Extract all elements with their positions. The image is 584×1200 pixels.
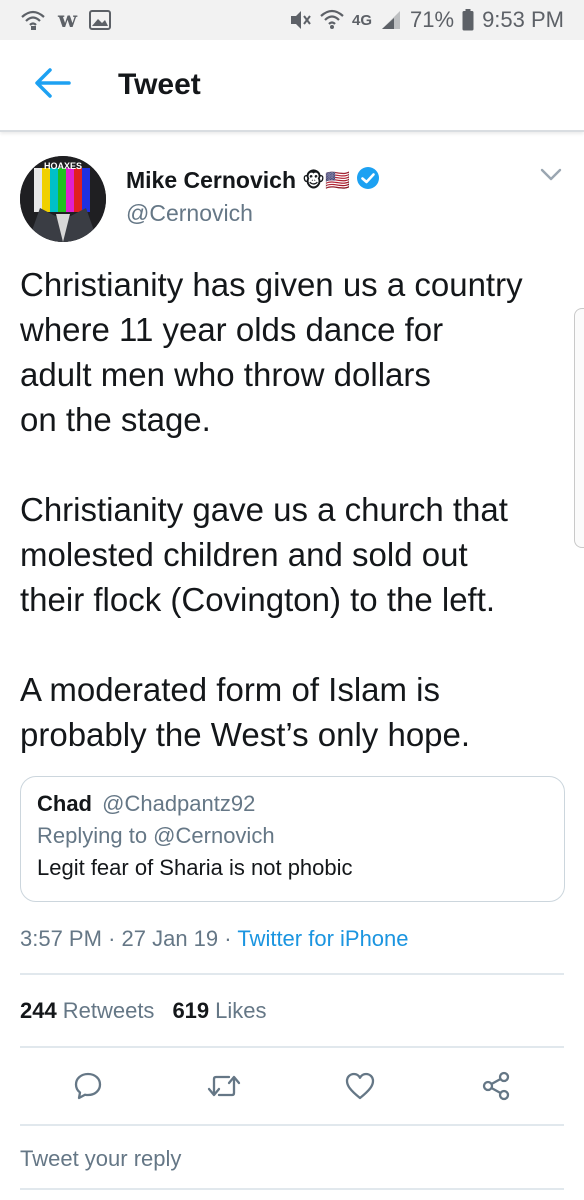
share-button[interactable]	[471, 1063, 521, 1113]
back-button[interactable]	[18, 50, 88, 120]
author-name[interactable]: Mike Cernovich	[126, 167, 296, 194]
network-type: 4G	[352, 11, 373, 29]
like-button[interactable]	[335, 1063, 385, 1113]
quote-header: Chad @Chadpantz92	[37, 791, 548, 817]
avatar-text: HOAXES	[44, 161, 82, 171]
tweet-line: Christianity gave us a church that	[20, 491, 508, 528]
meta-separator: ·	[108, 926, 116, 951]
tweet-time: 3:57 PM	[20, 926, 102, 951]
app-header: Tweet	[0, 40, 584, 132]
tweet-line: where 11 year olds dance for	[20, 311, 444, 348]
author-name-row: Mike Cernovich 🐵🇺🇸	[126, 166, 380, 195]
quoted-tweet[interactable]: Chad @Chadpantz92 Replying to @Cernovich…	[20, 776, 565, 902]
scrollbar[interactable]	[574, 308, 584, 548]
heart-icon	[345, 1072, 375, 1105]
retweets-stat[interactable]: 244 Retweets	[20, 998, 154, 1024]
chevron-down-icon	[540, 168, 562, 187]
tweet-actions	[20, 1060, 564, 1116]
tweet-line: on the stage.	[20, 401, 211, 438]
retweets-label: Retweets	[62, 998, 155, 1023]
avatar-image: HOAXES	[20, 156, 106, 242]
battery-percent: 71%	[410, 7, 455, 32]
avatar[interactable]: HOAXES	[20, 156, 106, 242]
divider	[20, 1046, 564, 1048]
retweets-count: 244	[20, 998, 57, 1023]
likes-count: 619	[172, 998, 210, 1023]
tweet-line: molested children and sold out	[20, 536, 468, 573]
verified-badge-icon	[356, 166, 380, 195]
tweet-timestamp: 3:57 PM · 27 Jan 19 · Twitter for iPhone	[20, 926, 409, 952]
page-title: Tweet	[118, 68, 201, 101]
reply-input[interactable]: Tweet your reply	[20, 1146, 564, 1186]
reply-button[interactable]	[63, 1063, 113, 1113]
battery-icon	[462, 9, 474, 31]
retweet-icon	[207, 1072, 241, 1105]
tweet-line: adult men who throw dollars	[20, 356, 431, 393]
tweet-line: probably the West’s only hope.	[20, 716, 471, 753]
tweet-author: HOAXES Mike Cernovich 🐵🇺🇸 @Cernovich	[20, 152, 568, 242]
clock: 9:53 PM	[482, 7, 564, 32]
tweet-text: Christianity has given us a country wher…	[20, 262, 570, 757]
tweet-source-link[interactable]: Twitter for iPhone	[237, 926, 408, 951]
signal-icon	[380, 10, 402, 30]
tweet-stats: 244 Retweets 619 Likes	[20, 998, 267, 1024]
quote-author-handle: @Chadpantz92	[102, 791, 256, 816]
wifi-icon	[320, 9, 344, 31]
divider	[20, 973, 564, 975]
arrow-left-icon	[35, 67, 71, 103]
quote-author-name: Chad	[37, 791, 92, 816]
quote-replying-to: Replying to @Cernovich	[37, 823, 275, 848]
reply-icon	[73, 1071, 103, 1106]
retweet-button[interactable]	[199, 1063, 249, 1113]
status-right: 4G 71% 9:53 PM	[288, 7, 564, 33]
image-icon	[88, 10, 111, 30]
divider	[20, 1124, 564, 1126]
quote-text: Legit fear of Sharia is not phobic	[37, 855, 353, 880]
wifi-calling-icon	[20, 9, 46, 31]
meta-separator: ·	[224, 926, 232, 951]
status-bar: w 4G 71% 9:53 PM	[0, 0, 584, 40]
tweet-line: Christianity has given us a country	[20, 266, 523, 303]
tweet-line: A moderated form of Islam is	[20, 671, 440, 708]
tweet-options-button[interactable]	[536, 162, 566, 192]
mute-vibrate-icon	[288, 9, 312, 31]
author-handle[interactable]: @Cernovich	[126, 200, 253, 227]
author-emoji: 🐵🇺🇸	[302, 170, 351, 192]
status-left: w	[20, 7, 111, 33]
tweet-line: their flock (Covington) to the left.	[20, 581, 496, 618]
reply-underline	[20, 1188, 564, 1190]
likes-stat[interactable]: 619 Likes	[172, 998, 266, 1024]
likes-label: Likes	[215, 998, 267, 1023]
share-icon	[481, 1071, 511, 1106]
tweet-date: 27 Jan 19	[121, 926, 219, 951]
w-app-icon: w	[58, 7, 77, 33]
